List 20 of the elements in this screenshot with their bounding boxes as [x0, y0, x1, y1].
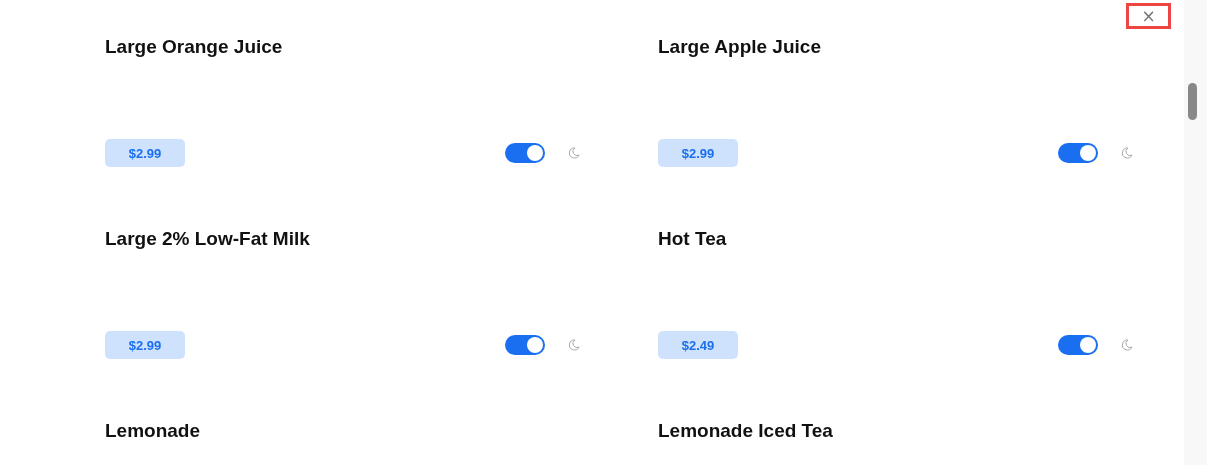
- moon-icon[interactable]: [1121, 147, 1133, 159]
- product-name: Lemonade: [105, 420, 202, 443]
- toggle-switch[interactable]: [505, 143, 545, 163]
- moon-icon[interactable]: [1121, 339, 1133, 351]
- product-name: Lemonade Iced Tea: [658, 420, 834, 443]
- scrollbar-thumb[interactable]: [1188, 83, 1197, 120]
- price-tag: $2.99: [105, 139, 185, 167]
- product-name: Large 2% Low-Fat Milk: [105, 228, 311, 251]
- price-tag: $2.99: [105, 331, 185, 359]
- product-name: Hot Tea: [658, 228, 728, 251]
- toggle-switch[interactable]: [505, 335, 545, 355]
- product-name: Large Orange Juice: [105, 36, 284, 59]
- price-tag: $2.99: [658, 139, 738, 167]
- toggle-switch[interactable]: [1058, 143, 1098, 163]
- moon-icon[interactable]: [568, 339, 580, 351]
- product-name: Large Apple Juice: [658, 36, 822, 59]
- moon-icon[interactable]: [568, 147, 580, 159]
- toggle-switch[interactable]: [1058, 335, 1098, 355]
- price-tag: $2.49: [658, 331, 738, 359]
- close-button[interactable]: ×: [1126, 3, 1171, 29]
